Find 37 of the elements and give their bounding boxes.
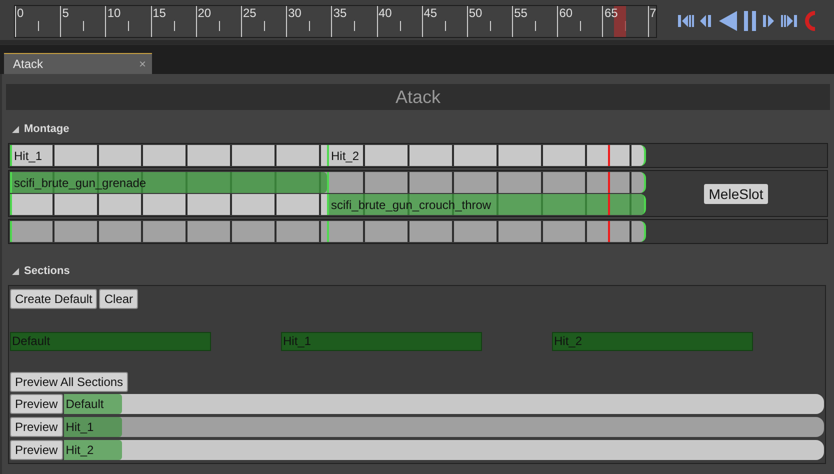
tick-label: 50 (468, 6, 482, 20)
slot-name-badge[interactable]: MeleSlot (704, 184, 768, 204)
timeline-ruler[interactable]: 0 5 10 15 20 25 30 35 40 45 50 55 60 65 7 (14, 5, 657, 38)
tick-label: 35 (332, 6, 347, 20)
section-chip: Hit_2 (64, 440, 122, 460)
preview-button[interactable]: Preview (10, 440, 63, 460)
play-reverse-icon[interactable] (717, 10, 739, 32)
editor-title: Atack (395, 86, 441, 108)
collapse-arrow-icon[interactable] (12, 126, 19, 132)
preview-track[interactable]: Hit_2 (64, 440, 824, 460)
document-tab[interactable]: Atack × (4, 53, 152, 74)
section-chip: Default (64, 394, 122, 414)
preview-track[interactable]: Default (64, 394, 824, 414)
tick-label: 55 (513, 6, 528, 20)
tick-label: 0 (16, 6, 24, 20)
preview-track[interactable]: Hit_1 (64, 417, 824, 437)
tick-label: 10 (106, 6, 121, 20)
tick-label: 15 (152, 6, 166, 20)
preview-all-button[interactable]: Preview All Sections (10, 372, 128, 392)
tick-label: 7 (648, 6, 656, 20)
preview-button[interactable]: Preview (10, 417, 63, 437)
tick-label: 30 (287, 6, 302, 20)
action-button[interactable]: Clear (99, 289, 138, 309)
tick-label: 60 (558, 6, 573, 20)
tick-label: 25 (242, 6, 256, 20)
collapse-arrow-icon[interactable] (12, 268, 19, 274)
action-button[interactable]: Create Default (10, 289, 98, 309)
tick-label: 40 (378, 6, 392, 20)
section-header: Sections (24, 265, 70, 277)
section-chip: Hit_1 (64, 417, 122, 437)
preview-button[interactable]: Preview (10, 394, 63, 414)
tick-label: 65 (603, 6, 618, 20)
section-header: Montage (24, 123, 70, 135)
pause-icon[interactable] (742, 10, 758, 32)
tick-label: 45 (422, 6, 438, 20)
tick-label: 20 (196, 6, 212, 20)
tick-label: 5 (61, 6, 69, 20)
